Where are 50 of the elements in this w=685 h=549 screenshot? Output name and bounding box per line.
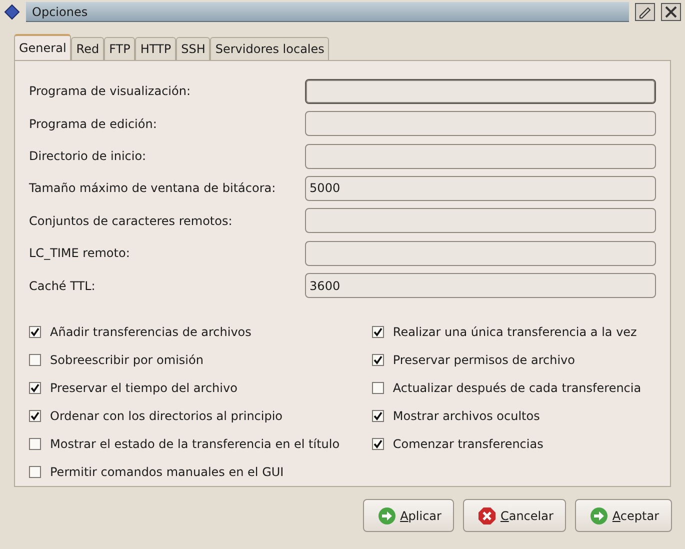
input-field[interactable]: 3600 — [304, 273, 656, 298]
checkbox-label: Sobreescribir por omisión — [50, 352, 204, 367]
field-label: Caché TTL: — [29, 278, 96, 293]
checkbox-label: Permitir comandos manuales en el GUI — [50, 464, 284, 479]
checkbox-label: Añadir transferencias de archivos — [50, 324, 252, 339]
tab[interactable]: SSH — [176, 37, 210, 60]
field-label: Programa de visualización: — [29, 84, 192, 98]
checkbox[interactable] — [372, 438, 384, 450]
tab[interactable]: Red — [71, 37, 104, 60]
tab[interactable]: Servidores locales — [210, 37, 330, 60]
maximize-icon[interactable] — [635, 3, 655, 21]
dialog-button[interactable]: Aplicar — [363, 499, 454, 532]
checkbox-label: Realizar una única transferencia a la vez — [392, 324, 637, 339]
checkbox-label: Mostrar archivos ocultos — [392, 408, 540, 423]
field-label: Directorio de inicio: — [29, 149, 148, 164]
checkbox[interactable] — [372, 382, 384, 394]
cancel-icon — [478, 506, 496, 524]
field-label: Programa de edición: — [29, 116, 158, 131]
checkbox-label: Preservar el tiempo del archivo — [50, 380, 238, 395]
checkbox[interactable] — [372, 354, 384, 366]
input-field[interactable] — [304, 78, 656, 104]
field-label: Tamaño máximo de ventana de bitácora: — [29, 181, 277, 196]
window-menu-icon[interactable] — [4, 4, 20, 20]
close-icon[interactable] — [661, 3, 681, 21]
field-label: Conjuntos de caracteres remotos: — [29, 214, 234, 228]
tab[interactable]: FTP — [104, 37, 136, 60]
checkbox[interactable] — [29, 326, 41, 338]
checkbox[interactable] — [372, 410, 384, 422]
checkbox-label: Comenzar transferencias — [392, 436, 544, 451]
input-field[interactable] — [304, 144, 656, 169]
input-field[interactable]: 5000 — [304, 176, 656, 201]
checkbox-label: Mostrar el estado de la transferencia en el título — [50, 436, 340, 451]
checkbox-label: Preservar permisos de archivo — [392, 352, 575, 367]
checkbox[interactable] — [29, 410, 41, 422]
window-title: Opciones — [32, 4, 88, 18]
tab[interactable]: General — [14, 34, 72, 60]
checkbox[interactable] — [29, 354, 41, 366]
checkbox-label: Actualizar después de cada transferencia — [392, 380, 642, 395]
checkbox[interactable] — [372, 326, 384, 338]
field-label: LC_TIME remoto: — [29, 246, 131, 260]
tab[interactable]: HTTP — [135, 37, 176, 60]
input-field[interactable] — [304, 240, 656, 266]
input-field[interactable] — [304, 111, 656, 136]
checkbox[interactable] — [29, 466, 41, 478]
checkbox-label: Ordenar con los directorios al principio — [50, 408, 283, 423]
dialog-button[interactable]: Cancelar — [463, 499, 566, 532]
input-field[interactable] — [304, 208, 656, 234]
dialog-button[interactable]: Aceptar — [575, 499, 672, 532]
checkbox[interactable] — [29, 438, 41, 450]
checkbox[interactable] — [29, 382, 41, 394]
